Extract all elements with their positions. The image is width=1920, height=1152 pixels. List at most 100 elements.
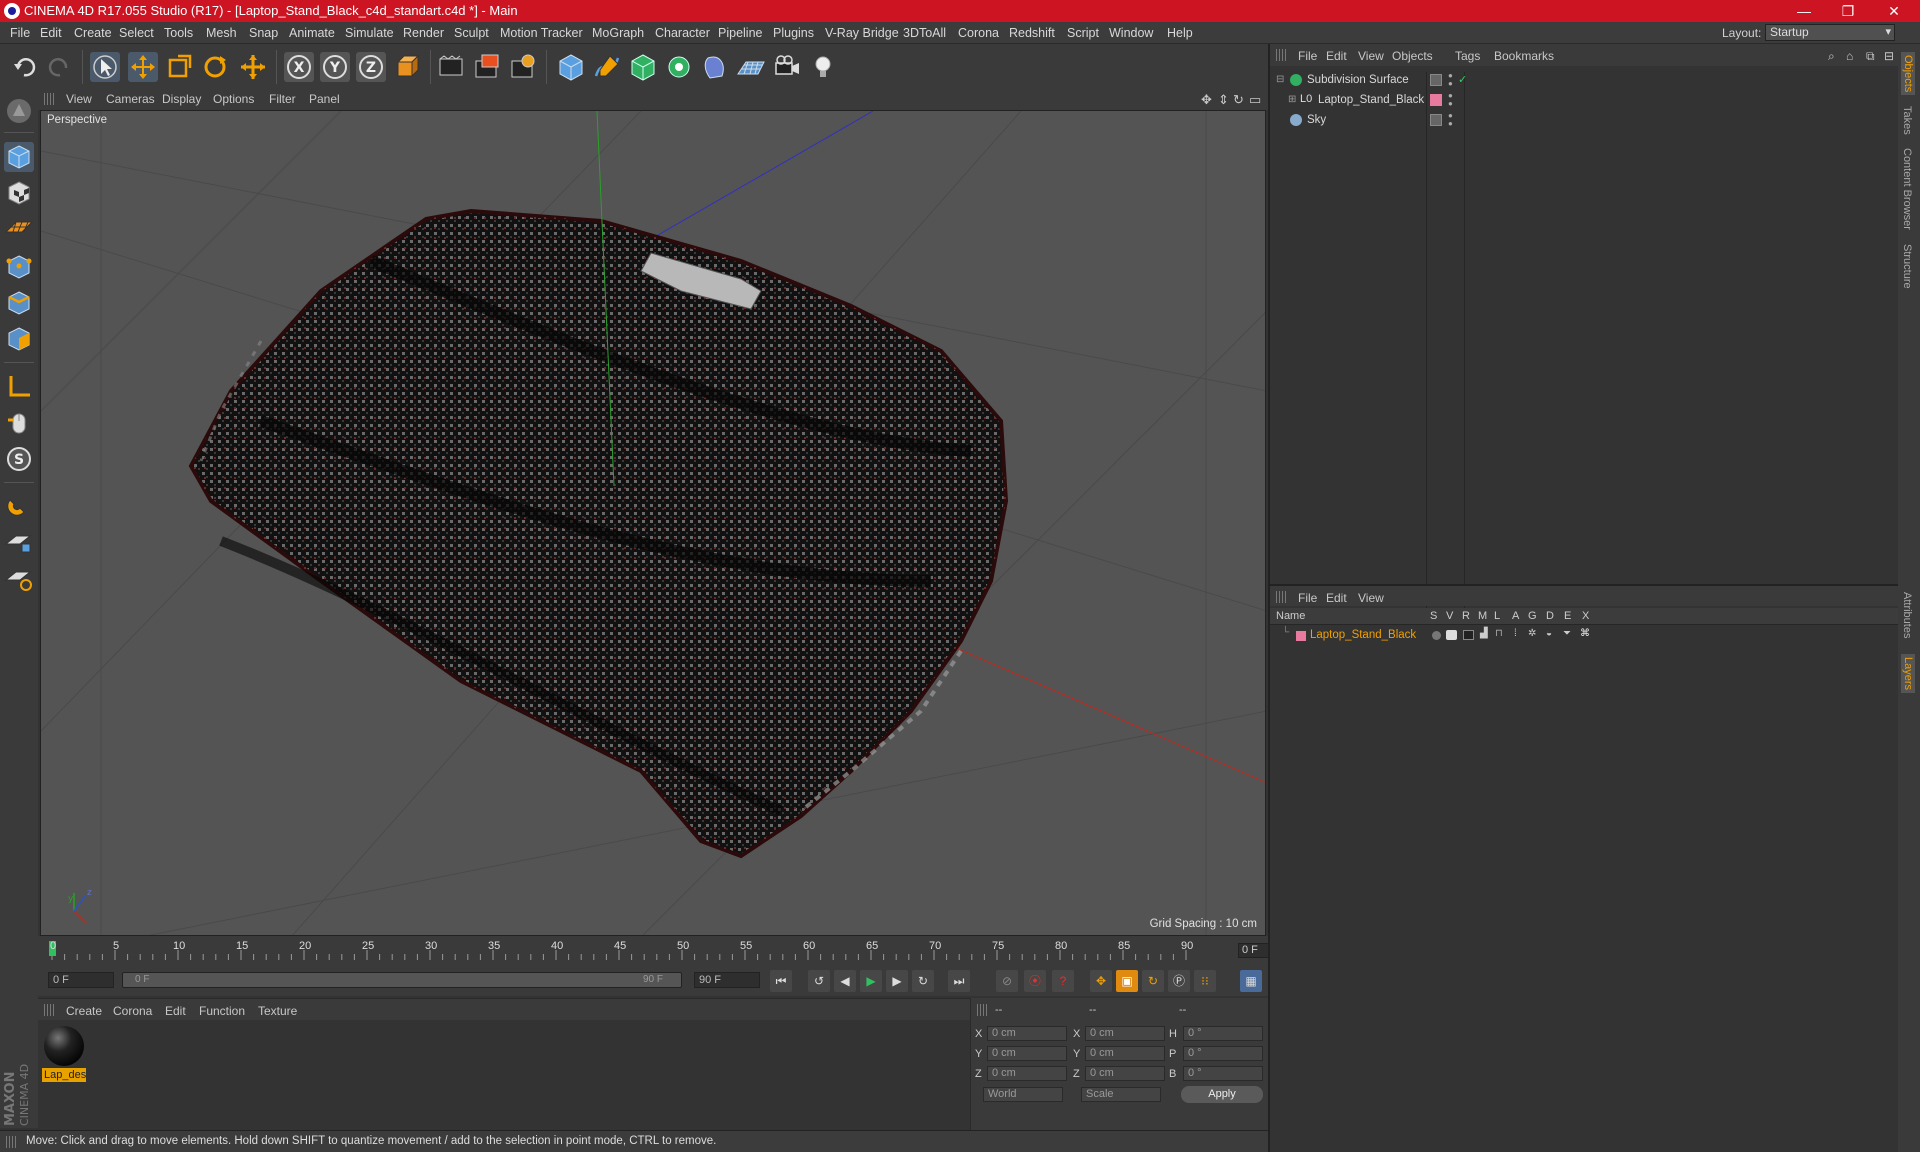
layer-name[interactable]: Laptop_Stand_Black bbox=[1310, 629, 1416, 641]
magnet-icon[interactable] bbox=[4, 490, 34, 520]
object-row-subdivision-surface[interactable]: ⊟ Subdivision Surface ● ● ✓ bbox=[1270, 72, 1900, 91]
layer-swatch-icon[interactable] bbox=[1430, 74, 1442, 86]
tab-attributes[interactable]: Attributes bbox=[1901, 592, 1913, 638]
object-name[interactable]: Laptop_Stand_Black bbox=[1318, 94, 1424, 106]
viewport-menu-cameras[interactable]: Cameras bbox=[106, 92, 155, 106]
tab-layers[interactable]: Layers bbox=[1901, 654, 1915, 694]
pos-y-field[interactable]: 0 cm bbox=[987, 1046, 1067, 1061]
menu-simulate[interactable]: Simulate bbox=[345, 26, 394, 40]
size-z-field[interactable]: 0 cm bbox=[1085, 1066, 1165, 1081]
viewport-rotate-icon[interactable]: ↻ bbox=[1233, 92, 1244, 108]
layer-header-render[interactable]: R bbox=[1462, 610, 1470, 622]
next-key-icon[interactable]: ↻ bbox=[912, 970, 934, 992]
previous-key-icon[interactable]: ↺ bbox=[808, 970, 830, 992]
tab-takes[interactable]: Takes bbox=[1901, 106, 1913, 135]
menu-edit[interactable]: Edit bbox=[40, 26, 62, 40]
tab-content-browser[interactable]: Content Browser bbox=[1901, 148, 1913, 230]
menu-file[interactable]: File bbox=[10, 26, 30, 40]
enabled-checkmark-icon[interactable]: ✓ bbox=[1458, 73, 1467, 86]
key-pla-icon[interactable]: ⁝⁝ bbox=[1194, 970, 1216, 992]
menu-help[interactable]: Help bbox=[1167, 26, 1193, 40]
points-mode-icon[interactable] bbox=[4, 252, 34, 282]
layer-header-animation[interactable]: A bbox=[1512, 610, 1519, 622]
model-mode-icon[interactable] bbox=[4, 142, 34, 172]
frame-range-slider[interactable]: 0 F 90 F bbox=[122, 972, 682, 988]
lock-toggle-icon[interactable]: ⊓ bbox=[1495, 628, 1503, 639]
rot-p-field[interactable]: 0 ° bbox=[1183, 1046, 1263, 1061]
redo-icon[interactable] bbox=[44, 52, 74, 82]
menu-animate[interactable]: Animate bbox=[289, 26, 335, 40]
deformer-toggle-icon[interactable]: ◒ bbox=[1546, 628, 1552, 639]
layer-header-generators[interactable]: G bbox=[1528, 610, 1537, 622]
layer-header-name[interactable]: Name bbox=[1276, 610, 1305, 622]
viewport-menu-options[interactable]: Options bbox=[213, 92, 254, 106]
minimize-button[interactable]: — bbox=[1784, 1, 1824, 21]
menu-pipeline[interactable]: Pipeline bbox=[718, 26, 762, 40]
collapse-icon[interactable]: ⊟ bbox=[1884, 49, 1894, 63]
render-view-icon[interactable] bbox=[436, 52, 466, 82]
key-scale-icon[interactable]: ▣ bbox=[1116, 970, 1138, 992]
menu-redshift[interactable]: Redshift bbox=[1009, 26, 1055, 40]
floor-icon[interactable] bbox=[736, 52, 766, 82]
layer-header-expressions[interactable]: E bbox=[1564, 610, 1571, 622]
viewport-camera-label[interactable]: Perspective bbox=[47, 114, 107, 126]
expression-toggle-icon[interactable]: ⏷ bbox=[1563, 628, 1571, 639]
material-menu-edit[interactable]: Edit bbox=[165, 1004, 186, 1018]
size-x-field[interactable]: 0 cm bbox=[1085, 1026, 1165, 1041]
menu-script[interactable]: Script bbox=[1067, 26, 1099, 40]
layers-menu-edit[interactable]: Edit bbox=[1326, 591, 1347, 605]
layer-header-view[interactable]: V bbox=[1446, 610, 1453, 622]
menu-snap[interactable]: Snap bbox=[249, 26, 278, 40]
rotate-tool-icon[interactable] bbox=[200, 52, 230, 82]
record-keys-icon[interactable]: ⊘ bbox=[996, 970, 1018, 992]
light-icon[interactable] bbox=[808, 52, 838, 82]
scale-tool-icon[interactable] bbox=[164, 52, 194, 82]
z-axis-lock-button[interactable]: Z bbox=[356, 52, 386, 82]
render-picture-viewer-icon[interactable] bbox=[472, 52, 502, 82]
keyframe-selection-icon[interactable]: ? bbox=[1052, 970, 1074, 992]
apply-button[interactable]: Apply bbox=[1181, 1086, 1263, 1103]
end-frame-field[interactable]: 90 F bbox=[694, 972, 760, 988]
rot-h-field[interactable]: 0 ° bbox=[1183, 1026, 1263, 1041]
objects-menu-view[interactable]: View bbox=[1358, 49, 1384, 63]
menu-corona[interactable]: Corona bbox=[958, 26, 999, 40]
autokey-icon[interactable]: ⦿ bbox=[1024, 970, 1046, 992]
pen-spline-icon[interactable] bbox=[592, 52, 622, 82]
timeline-ruler[interactable]: 0 5 10 15 20 25 30 35 40 45 50 55 60 65 … bbox=[38, 936, 1302, 962]
material-menu-function[interactable]: Function bbox=[199, 1004, 245, 1018]
material-menu-texture[interactable]: Texture bbox=[258, 1004, 297, 1018]
animation-toggle-icon[interactable]: ⁞ bbox=[1514, 628, 1517, 639]
close-button[interactable]: ✕ bbox=[1874, 1, 1914, 21]
key-rotation-icon[interactable]: ↻ bbox=[1142, 970, 1164, 992]
layer-header-manager[interactable]: M bbox=[1478, 610, 1487, 622]
layer-header-locked[interactable]: L bbox=[1494, 610, 1500, 622]
y-axis-lock-button[interactable]: Y bbox=[320, 52, 350, 82]
viewport-menu-panel[interactable]: Panel bbox=[309, 92, 340, 106]
layer-header-solo[interactable]: S bbox=[1430, 610, 1437, 622]
pos-x-field[interactable]: 0 cm bbox=[987, 1026, 1067, 1041]
layers-menu-file[interactable]: File bbox=[1298, 591, 1317, 605]
menu-vray-bridge[interactable]: V-Ray Bridge bbox=[825, 26, 899, 40]
viewport-menu-filter[interactable]: Filter bbox=[269, 92, 296, 106]
make-editable-icon[interactable] bbox=[4, 96, 34, 126]
cloner-icon[interactable] bbox=[664, 52, 694, 82]
coordinate-system-icon[interactable] bbox=[392, 52, 422, 82]
objects-menu-edit[interactable]: Edit bbox=[1326, 49, 1347, 63]
cube-object-icon[interactable] bbox=[556, 52, 586, 82]
select-arrow-icon[interactable] bbox=[90, 52, 120, 82]
texture-mode-icon[interactable] bbox=[4, 178, 34, 208]
viewport-dolly-icon[interactable]: ⇕ bbox=[1218, 92, 1229, 108]
size-mode-dropdown[interactable]: Scale bbox=[1081, 1087, 1161, 1102]
material-menu-corona[interactable]: Corona bbox=[113, 1004, 152, 1018]
object-name[interactable]: Sky bbox=[1307, 114, 1326, 126]
menu-sculpt[interactable]: Sculpt bbox=[454, 26, 489, 40]
collapse-toggle-icon[interactable]: ⊟ bbox=[1276, 74, 1284, 85]
visibility-dots-icon[interactable]: ● ● bbox=[1448, 72, 1453, 88]
object-name[interactable]: Subdivision Surface bbox=[1307, 74, 1409, 86]
menu-mesh[interactable]: Mesh bbox=[206, 26, 237, 40]
menu-tools[interactable]: Tools bbox=[164, 26, 193, 40]
undo-icon[interactable] bbox=[10, 52, 40, 82]
layer-swatch-icon[interactable] bbox=[1430, 114, 1442, 126]
home-icon[interactable]: ⌂ bbox=[1846, 49, 1853, 63]
deformer-icon[interactable] bbox=[700, 52, 730, 82]
